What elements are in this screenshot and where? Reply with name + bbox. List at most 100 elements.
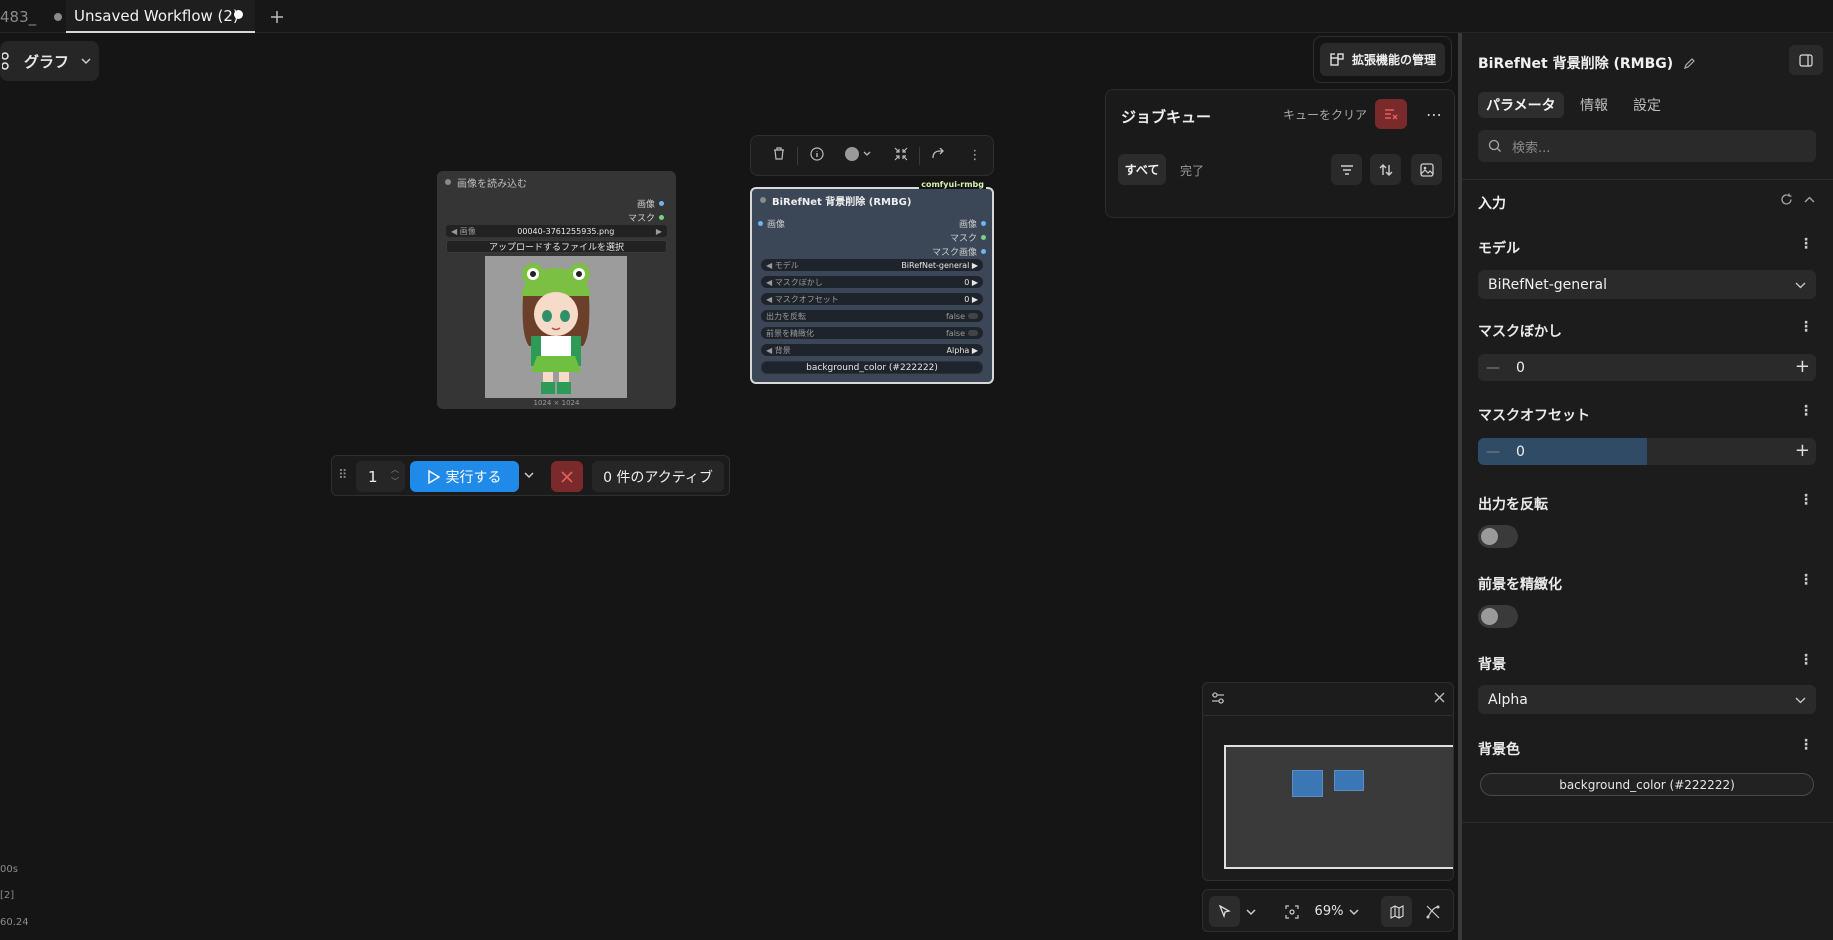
settings-sliders-icon[interactable] <box>1211 691 1225 709</box>
widget-value: 0 <box>964 294 970 304</box>
sort-button[interactable] <box>1370 154 1401 185</box>
load-image-node[interactable]: 画像を読み込む 画像 マスク ◀ 画像 00040-3761255935.png… <box>437 171 676 409</box>
extensions-manager-label: 拡張機能の管理 <box>1352 53 1437 67</box>
cursor-icon <box>1218 905 1231 918</box>
tab-settings[interactable]: 設定 <box>1625 92 1669 118</box>
upload-file-button[interactable]: アップロードするファイルを選択 <box>446 240 667 253</box>
collapse-dot-icon[interactable] <box>445 179 451 185</box>
decrement-button[interactable]: — <box>1480 444 1506 460</box>
tab-previous-workflow[interactable]: 483_ <box>0 0 63 33</box>
model-select[interactable]: BiRefNet-general <box>1478 270 1816 299</box>
bypass-button[interactable] <box>920 147 956 164</box>
arrow-right-icon[interactable]: ▶ <box>656 227 662 236</box>
tab-info[interactable]: 情報 <box>1572 92 1616 118</box>
canvas-controls: 69% <box>1202 889 1454 932</box>
mode-dropdown[interactable] <box>1241 896 1261 927</box>
output-slot-mask-image[interactable]: マスク画像 <box>932 245 986 258</box>
edit-pencil-icon[interactable] <box>1683 57 1696 70</box>
run-button[interactable]: 実行する <box>410 461 519 492</box>
slot-dot-icon <box>659 215 664 220</box>
background-select[interactable]: Alpha <box>1478 685 1816 714</box>
stepper-arrows-icon[interactable]: ︿ ﹀ <box>391 464 399 488</box>
minimap-toggle-button[interactable] <box>1381 896 1412 927</box>
mask-offset-slider[interactable]: — 0 + <box>1478 438 1816 465</box>
info-button[interactable] <box>798 146 834 165</box>
input-slot-image[interactable]: 画像 <box>758 217 785 230</box>
new-tab-button[interactable] <box>265 0 289 33</box>
widget-value: false <box>945 311 965 321</box>
output-slot-mask[interactable]: マスク <box>950 231 986 244</box>
filter-button[interactable] <box>1331 154 1362 185</box>
more-options-icon[interactable]: ⋮ <box>1799 572 1813 588</box>
chevron-up-icon[interactable] <box>1804 193 1815 208</box>
close-icon <box>561 470 573 483</box>
increment-button[interactable]: + <box>1795 440 1810 461</box>
mask-blur-stepper[interactable]: — 0 + <box>1478 354 1816 381</box>
increment-button[interactable]: + <box>1795 356 1810 377</box>
graph-menu-button[interactable]: グラフ <box>0 41 99 81</box>
toggle-panel-button[interactable] <box>1789 45 1823 75</box>
tab-unsaved-workflow[interactable]: Unsaved Workflow (2) <box>66 0 255 33</box>
tab-label: Unsaved Workflow (2) <box>74 6 239 25</box>
active-jobs-button[interactable]: 0 件のアクティブ <box>592 461 724 492</box>
output-slot-image[interactable]: 画像 <box>959 217 986 230</box>
reset-icon[interactable] <box>1780 193 1793 210</box>
model-widget[interactable]: ◀ モデル BiRefNet-general ▶ <box>761 259 983 271</box>
more-options-icon[interactable]: ⋯ <box>1420 100 1448 128</box>
hide-links-button[interactable] <box>1417 896 1448 927</box>
cancel-run-button[interactable] <box>551 461 583 492</box>
select-mode-button[interactable] <box>1209 896 1240 927</box>
section-title-inputs[interactable]: 入力 <box>1478 193 1506 213</box>
more-options-icon[interactable]: ⋮ <box>1799 319 1813 335</box>
job-queue-title: ジョブキュー <box>1121 108 1212 126</box>
clear-queue-button[interactable] <box>1375 99 1407 129</box>
invert-output-toggle[interactable] <box>1478 525 1518 548</box>
stats-line: [2] <box>0 890 15 901</box>
background-widget[interactable]: ◀ 背景 Alpha ▶ <box>761 344 983 356</box>
more-options-icon[interactable]: ⋮ <box>1799 403 1813 419</box>
invert-output-widget[interactable]: 出力を反転 false <box>761 310 983 322</box>
decrement-button[interactable]: — <box>1480 360 1506 376</box>
output-slot-image[interactable]: 画像 <box>637 197 664 210</box>
more-options-icon[interactable]: ⋮ <box>957 148 993 163</box>
batch-count-input[interactable]: 1 ︿ ﹀ <box>356 461 405 492</box>
extensions-manager-button[interactable]: 拡張機能の管理 <box>1313 36 1452 83</box>
mask-offset-widget[interactable]: ◀ マスクオフセット 0 ▶ <box>761 293 983 305</box>
run-mode-dropdown[interactable] <box>524 468 534 482</box>
widget-label: 背景 <box>774 345 791 355</box>
clear-queue-label[interactable]: キューをクリア <box>1283 106 1367 123</box>
node-title-bar[interactable]: 画像を読み込む <box>437 171 676 193</box>
collapse-dot-icon[interactable] <box>760 197 766 203</box>
color-picker-button[interactable] <box>835 146 883 166</box>
image-icon <box>1419 162 1434 177</box>
more-options-icon[interactable]: ⋮ <box>1799 492 1813 508</box>
delete-button[interactable] <box>761 147 797 164</box>
background-color-button[interactable]: background_color (#222222) <box>1480 773 1814 796</box>
birefnet-rmbg-node[interactable]: comfyui-rmbg BiRefNet 背景削除 (RMBG) 画像 画像 … <box>750 180 994 384</box>
refine-foreground-toggle[interactable] <box>1478 605 1518 628</box>
zoom-dropdown[interactable]: 69% <box>1311 896 1363 927</box>
tab-completed-jobs[interactable]: 完了 <box>1180 162 1204 179</box>
mask-blur-widget[interactable]: ◀ マスクぼかし 0 ▶ <box>761 276 983 288</box>
tab-parameters[interactable]: パラメータ <box>1478 92 1564 118</box>
collapse-button[interactable] <box>883 147 919 165</box>
refine-foreground-widget[interactable]: 前景を精緻化 false <box>761 327 983 339</box>
tab-all-jobs[interactable]: すべて <box>1118 154 1166 185</box>
image-select-widget[interactable]: ◀ 画像 00040-3761255935.png ▶ <box>446 225 667 237</box>
output-slot-mask[interactable]: マスク <box>628 211 664 224</box>
run-toolbar: ⠿ 1 ︿ ﹀ 実行する 0 件のアクティブ <box>331 455 730 496</box>
search-field[interactable]: 検索... <box>1478 130 1816 162</box>
output-label: マスク <box>627 214 655 224</box>
more-options-icon[interactable]: ⋮ <box>1799 652 1813 668</box>
minimap-viewport[interactable] <box>1224 745 1453 869</box>
minimap-node <box>1334 770 1364 791</box>
more-options-icon[interactable]: ⋮ <box>1799 737 1813 753</box>
image-view-button[interactable] <box>1411 154 1442 185</box>
node-title-bar[interactable]: BiRefNet 背景削除 (RMBG) <box>752 189 992 211</box>
background-color-button[interactable]: background_color (#222222) <box>761 361 983 374</box>
close-minimap-button[interactable] <box>1434 692 1445 707</box>
more-options-icon[interactable]: ⋮ <box>1799 236 1813 252</box>
drag-handle-icon[interactable]: ⠿ <box>338 468 348 483</box>
zoom-level: 69% <box>1314 904 1344 919</box>
fit-view-button[interactable] <box>1278 896 1306 927</box>
